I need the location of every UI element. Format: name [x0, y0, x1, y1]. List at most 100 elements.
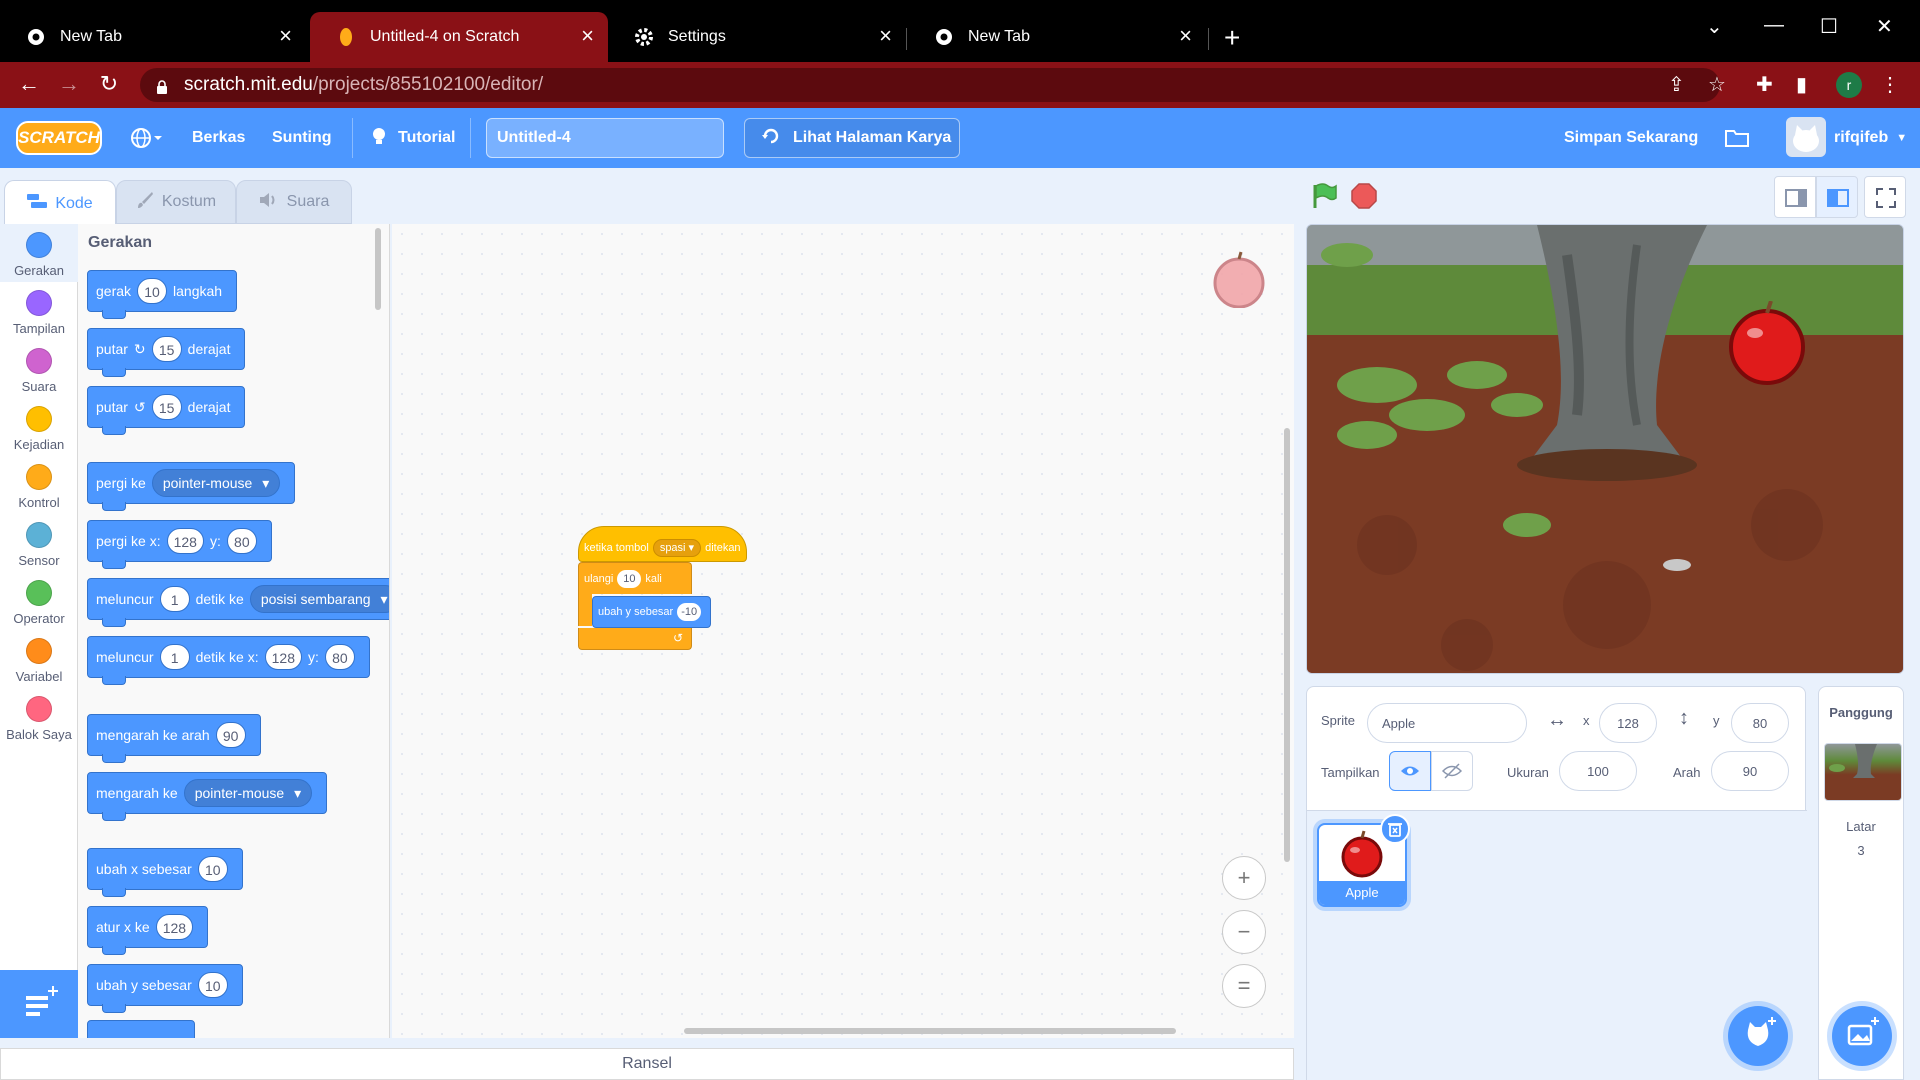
- category-control[interactable]: Kontrol: [0, 464, 78, 510]
- y-input[interactable]: 80: [324, 644, 355, 670]
- green-flag-icon[interactable]: [1310, 182, 1338, 215]
- category-motion[interactable]: Gerakan: [0, 224, 78, 282]
- code-horizontal-scrollbar[interactable]: [684, 1028, 1176, 1034]
- palette-scrollbar[interactable]: [375, 228, 381, 310]
- block-move-steps[interactable]: gerak 10 langkah: [87, 270, 238, 319]
- y-position-input[interactable]: 80: [1731, 703, 1789, 743]
- degrees-input[interactable]: 15: [151, 336, 182, 362]
- y-change-input[interactable]: 10: [197, 972, 228, 998]
- close-icon[interactable]: ×: [279, 25, 292, 47]
- small-stage-button[interactable]: [1774, 176, 1816, 218]
- profile-avatar[interactable]: r: [1836, 72, 1862, 98]
- block-partial[interactable]: [87, 1020, 195, 1038]
- block-change-y[interactable]: ubah y sebesar 10: [87, 964, 243, 1013]
- block-go-to[interactable]: pergi ke pointer-mouse ▾: [87, 462, 296, 511]
- url-bar[interactable]: scratch.mit.edu/projects/855102100/edito…: [140, 68, 1720, 102]
- menu-tutorial[interactable]: Tutorial: [370, 108, 455, 168]
- category-variables[interactable]: Variabel: [0, 638, 78, 684]
- back-arrow-icon[interactable]: ←: [14, 71, 44, 97]
- glide-dropdown[interactable]: posisi sembarang ▾: [249, 585, 389, 613]
- code-area[interactable]: [392, 224, 1294, 1038]
- block-point-in-direction[interactable]: mengarah ke arah 90: [87, 714, 261, 763]
- block-glide-to-xy[interactable]: meluncur 1 detik ke x: 128 y: 80: [87, 636, 370, 685]
- x-change-input[interactable]: 10: [197, 856, 228, 882]
- steps-input[interactable]: 10: [137, 278, 168, 304]
- language-globe-icon[interactable]: [130, 108, 162, 168]
- category-my-blocks[interactable]: Balok Saya: [0, 696, 78, 742]
- show-button[interactable]: [1389, 751, 1431, 791]
- block-turn-right[interactable]: putar ↻ 15 derajat: [87, 328, 246, 377]
- close-icon[interactable]: ×: [879, 25, 892, 47]
- forward-arrow-icon[interactable]: →: [54, 71, 84, 97]
- y-change-input[interactable]: -10: [677, 603, 702, 621]
- menu-dots-icon[interactable]: ⋮: [1880, 72, 1900, 97]
- x-position-input[interactable]: 128: [1599, 703, 1657, 743]
- block-turn-left[interactable]: putar ↺ 15 derajat: [87, 386, 246, 435]
- extensions-puzzle-icon[interactable]: ✚: [1756, 72, 1773, 97]
- secs-input[interactable]: 1: [159, 586, 190, 612]
- hide-button[interactable]: [1431, 751, 1473, 791]
- tab-costumes[interactable]: Kostum: [116, 180, 236, 224]
- apple-sprite-on-stage[interactable]: [1725, 300, 1809, 385]
- zoom-out-button[interactable]: −: [1222, 910, 1266, 954]
- share-icon[interactable]: ⇪: [1668, 72, 1685, 97]
- scratch-logo[interactable]: SCRATCH: [16, 121, 102, 155]
- close-window-icon[interactable]: ✕: [1876, 14, 1893, 39]
- size-input[interactable]: 100: [1559, 751, 1637, 791]
- choose-backdrop-button[interactable]: [1832, 1006, 1892, 1066]
- block-point-towards[interactable]: mengarah ke pointer-mouse ▾: [87, 772, 328, 821]
- direction-input[interactable]: 90: [1711, 751, 1789, 791]
- block-when-key-pressed[interactable]: ketika tombol spasi ▾ ditekan: [578, 526, 747, 562]
- x-input[interactable]: 128: [166, 528, 204, 554]
- repeat-count-input[interactable]: 10: [617, 569, 642, 588]
- new-tab-plus-icon[interactable]: +: [1224, 24, 1240, 52]
- browser-tab-new-tab-2[interactable]: New Tab ×: [908, 12, 1206, 62]
- direction-input[interactable]: 90: [215, 722, 246, 748]
- category-looks[interactable]: Tampilan: [0, 290, 78, 336]
- zoom-reset-button[interactable]: =: [1222, 964, 1266, 1008]
- username-menu[interactable]: rifqifeb ▼: [1834, 108, 1907, 168]
- block-glide-to[interactable]: meluncur 1 detik ke posisi sembarang ▾: [87, 578, 389, 627]
- stage-canvas[interactable]: [1306, 224, 1904, 674]
- side-panel-icon[interactable]: ▮: [1796, 72, 1807, 97]
- star-icon[interactable]: ☆: [1708, 72, 1726, 97]
- large-stage-button[interactable]: [1816, 176, 1858, 218]
- close-icon[interactable]: ×: [581, 25, 594, 47]
- category-events[interactable]: Kejadian: [0, 406, 78, 452]
- stage-thumbnail[interactable]: [1824, 743, 1902, 801]
- menu-file[interactable]: Berkas: [192, 108, 245, 168]
- close-icon[interactable]: ×: [1179, 25, 1192, 47]
- towards-dropdown[interactable]: pointer-mouse ▾: [183, 779, 313, 807]
- y-input[interactable]: 80: [226, 528, 257, 554]
- zoom-in-button[interactable]: +: [1222, 856, 1266, 900]
- block-change-y-script[interactable]: ubah y sebesar -10: [592, 596, 712, 628]
- degrees-input[interactable]: 15: [151, 394, 182, 420]
- tab-search-chevron-icon[interactable]: ⌄: [1706, 14, 1723, 39]
- browser-tab-settings[interactable]: Settings ×: [608, 12, 906, 62]
- sprite-name-input[interactable]: Apple: [1367, 703, 1527, 743]
- secs-input[interactable]: 1: [159, 644, 190, 670]
- minimize-icon[interactable]: —: [1764, 14, 1784, 37]
- x-input[interactable]: 128: [264, 644, 302, 670]
- code-vertical-scrollbar[interactable]: [1284, 428, 1290, 862]
- goto-dropdown[interactable]: pointer-mouse ▾: [151, 469, 281, 497]
- browser-tab-scratch[interactable]: Untitled-4 on Scratch ×: [310, 12, 608, 62]
- category-sound[interactable]: Suara: [0, 348, 78, 394]
- tab-sounds[interactable]: Suara: [236, 180, 352, 224]
- maximize-icon[interactable]: ☐: [1820, 14, 1838, 39]
- key-dropdown[interactable]: spasi ▾: [652, 539, 702, 557]
- block-go-to-xy[interactable]: pergi ke x: 128 y: 80: [87, 520, 272, 569]
- category-sensing[interactable]: Sensor: [0, 522, 78, 568]
- block-change-x[interactable]: ubah x sebesar 10: [87, 848, 243, 897]
- reload-icon[interactable]: ↻: [94, 71, 124, 97]
- project-title-input[interactable]: [486, 118, 724, 158]
- fullscreen-button[interactable]: [1864, 176, 1906, 218]
- see-project-page-button[interactable]: Lihat Halaman Karya: [744, 118, 960, 158]
- stop-icon[interactable]: [1350, 182, 1378, 215]
- my-stuff-folder-icon[interactable]: [1724, 108, 1750, 168]
- save-now-button[interactable]: Simpan Sekarang: [1564, 108, 1698, 168]
- browser-tab-new-tab[interactable]: New Tab ×: [0, 12, 306, 62]
- tab-code[interactable]: Kode: [4, 180, 116, 226]
- delete-sprite-trash-icon[interactable]: [1380, 814, 1410, 844]
- block-repeat[interactable]: ulangi 10 kali: [578, 562, 692, 594]
